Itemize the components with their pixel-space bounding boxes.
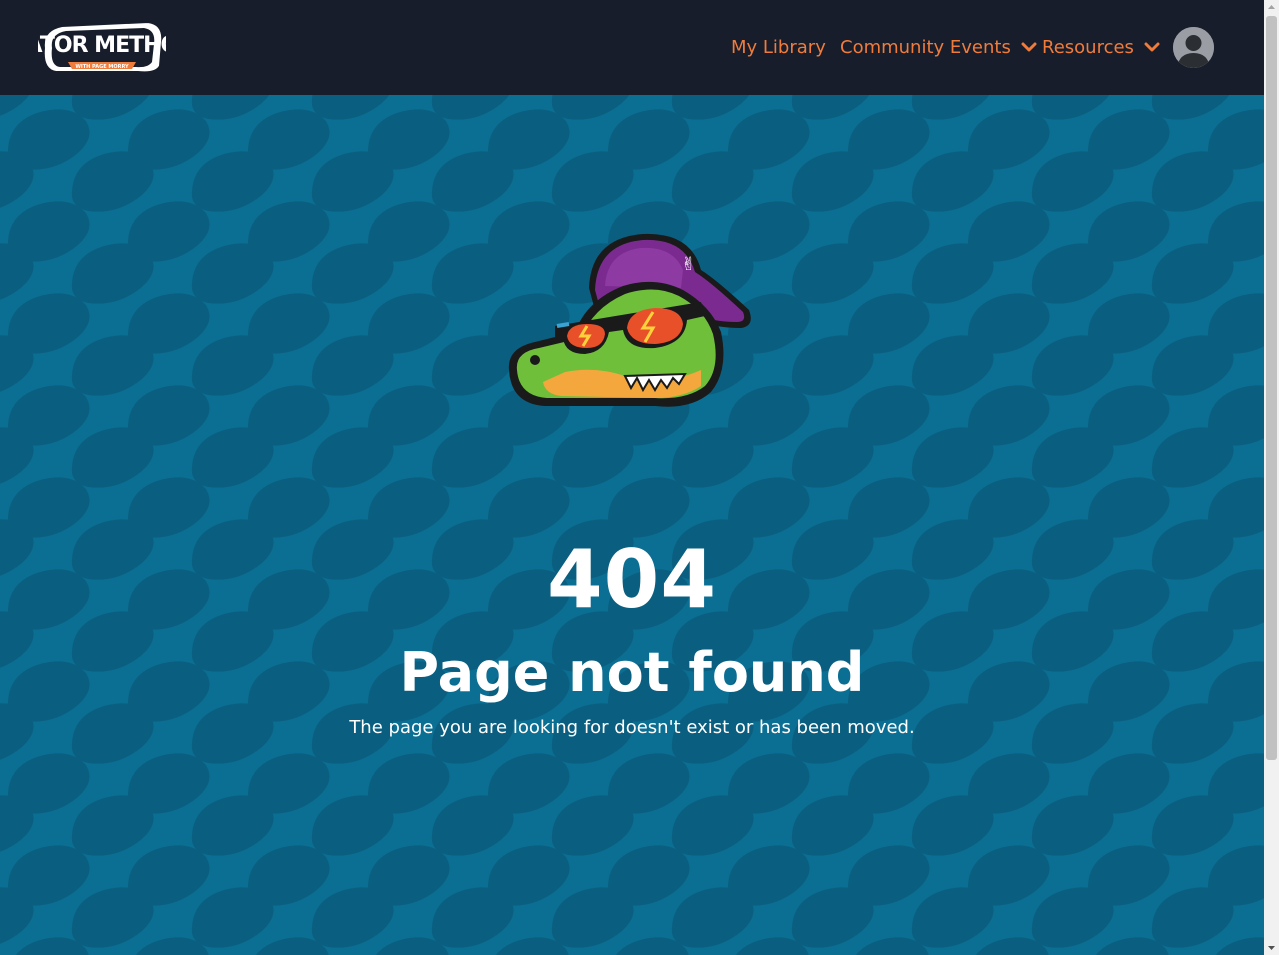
svg-text:✌: ✌ [681, 254, 696, 275]
scale-pattern-background [0, 95, 1264, 955]
error-code: 404 [547, 533, 717, 626]
nav-resources-label: Resources [1042, 37, 1134, 58]
error-message: The page you are looking for doesn't exi… [349, 717, 915, 738]
logo-graphic: GATOR METHOD WITH PAGE MORRY [9, 20, 197, 74]
nav-community-events-label: Community Events [840, 37, 1011, 58]
nav-resources[interactable]: Resources [1042, 35, 1160, 61]
user-avatar-icon [1173, 27, 1214, 68]
error-title: Page not found [399, 641, 865, 704]
logo-subtext: WITH PAGE MORRY [75, 64, 129, 70]
chevron-down-icon [1144, 42, 1160, 52]
scroll-up-arrow-icon[interactable] [1264, 0, 1279, 15]
nav-my-library-label: My Library [731, 37, 826, 58]
chevron-down-icon [1021, 42, 1037, 52]
scroll-down-arrow-icon[interactable] [1264, 940, 1279, 955]
nav-community-events[interactable]: Community Events [840, 35, 1037, 61]
scrollbar-thumb[interactable] [1266, 16, 1277, 760]
gator-mascot-icon: ✌ [508, 233, 751, 407]
logo-text: GATOR METHOD [38, 33, 166, 58]
nav-my-library[interactable]: My Library [731, 35, 826, 61]
error-page: ✌ 404 Page not found The page you are lo… [0, 95, 1264, 955]
gator-method-logo[interactable]: GATOR METHOD WITH PAGE MORRY [9, 18, 197, 76]
site-header: GATOR METHOD WITH PAGE MORRY My Library … [0, 0, 1264, 95]
gator-mascot-illustration: ✌ [505, 230, 755, 415]
user-avatar[interactable] [1173, 27, 1214, 68]
